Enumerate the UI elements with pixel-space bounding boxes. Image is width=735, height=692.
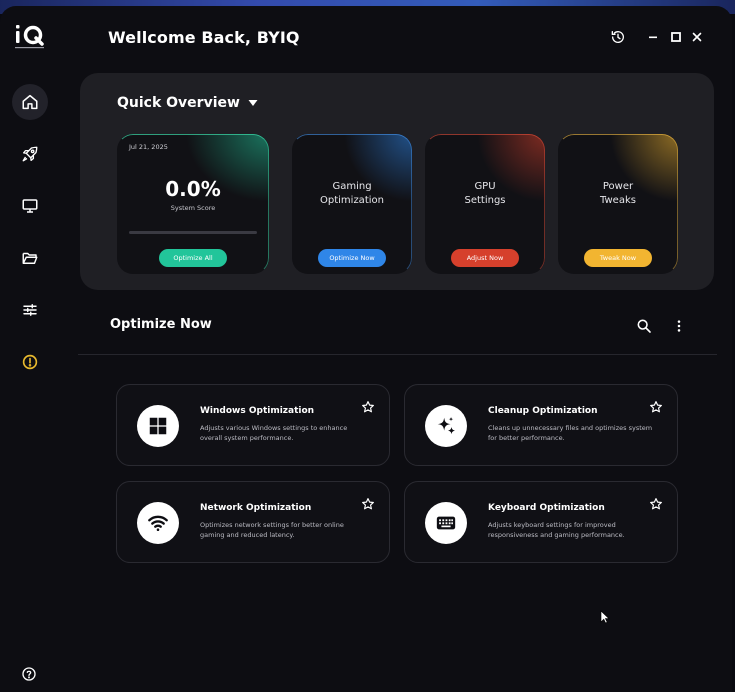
quick-overview-panel: Quick Overview Jul 21, 2025 0.0% System … bbox=[80, 73, 714, 290]
tile-description: Cleans up unnecessary files and optimize… bbox=[488, 424, 653, 442]
sidebar-item-files[interactable] bbox=[12, 240, 48, 276]
close-button[interactable] bbox=[688, 28, 706, 46]
network-optimization-tile[interactable]: Network Optimization Optimizes network s… bbox=[116, 481, 390, 563]
star-icon[interactable] bbox=[649, 497, 663, 511]
mouse-cursor-icon bbox=[600, 610, 610, 624]
score-date: Jul 21, 2025 bbox=[129, 143, 168, 151]
tile-description: Adjusts keyboard settings for improved r… bbox=[488, 521, 625, 539]
help-icon[interactable] bbox=[21, 666, 37, 682]
optimize-now-button[interactable]: Optimize Now bbox=[318, 249, 386, 267]
monitor-icon bbox=[22, 199, 38, 213]
folder-icon bbox=[22, 252, 38, 264]
power-tweaks-card: Power Tweaks Tweak Now bbox=[558, 134, 678, 274]
card-title-line-2: Tweaks bbox=[600, 195, 636, 206]
score-label: System Score bbox=[170, 204, 216, 212]
rocket-icon bbox=[22, 146, 38, 162]
sidebar bbox=[0, 6, 60, 692]
star-icon[interactable] bbox=[361, 497, 375, 511]
more-options-button[interactable] bbox=[670, 317, 688, 335]
minimize-button[interactable] bbox=[644, 28, 662, 46]
more-vertical-icon bbox=[677, 320, 681, 332]
card-title: Gaming Optimization bbox=[292, 180, 412, 208]
tile-title: Keyboard Optimization bbox=[488, 503, 605, 513]
card-title-line-1: GPU bbox=[474, 181, 496, 192]
score-progress-bar bbox=[129, 231, 257, 234]
card-title-line-1: Gaming bbox=[332, 181, 372, 192]
star-icon[interactable] bbox=[361, 400, 375, 414]
sidebar-item-display[interactable] bbox=[12, 188, 48, 224]
wifi-icon bbox=[148, 515, 168, 531]
sidebar-item-alerts[interactable] bbox=[12, 344, 48, 380]
sidebar-item-settings[interactable] bbox=[12, 292, 48, 328]
gaming-optimization-card: Gaming Optimization Optimize Now bbox=[292, 134, 412, 274]
windows-icon bbox=[149, 417, 167, 435]
star-icon[interactable] bbox=[649, 400, 663, 414]
card-title: GPU Settings bbox=[425, 180, 545, 208]
search-icon bbox=[637, 319, 651, 333]
optimize-all-button[interactable]: Optimize All bbox=[159, 249, 227, 267]
sparkle-icon bbox=[437, 416, 456, 435]
tile-icon-badge bbox=[137, 502, 179, 544]
card-title-line-1: Power bbox=[602, 181, 634, 192]
card-title: Power Tweaks bbox=[558, 180, 678, 208]
keyboard-optimization-tile[interactable]: Keyboard Optimization Adjusts keyboard s… bbox=[404, 481, 678, 563]
section-divider bbox=[78, 354, 717, 355]
sidebar-item-boost[interactable] bbox=[12, 136, 48, 172]
adjust-now-button[interactable]: Adjust Now bbox=[451, 249, 519, 267]
score-value: 0.0% bbox=[165, 177, 221, 201]
sidebar-item-home[interactable] bbox=[12, 84, 48, 120]
system-score-card: Jul 21, 2025 0.0% System Score Optimize … bbox=[117, 134, 269, 274]
keyboard-icon bbox=[436, 516, 456, 530]
tweak-now-button[interactable]: Tweak Now bbox=[584, 249, 652, 267]
chevron-down-icon bbox=[248, 100, 258, 106]
tile-icon-badge bbox=[137, 405, 179, 447]
card-title-line-2: Settings bbox=[464, 195, 506, 206]
history-button[interactable] bbox=[609, 28, 627, 46]
card-title-line-2: Optimization bbox=[320, 195, 384, 206]
tile-title: Network Optimization bbox=[200, 503, 312, 513]
tile-icon-badge bbox=[425, 502, 467, 544]
quick-overview-header[interactable]: Quick Overview bbox=[117, 95, 258, 111]
welcome-title: Wellcome Back, BYIQ bbox=[108, 28, 300, 47]
app-logo bbox=[15, 25, 44, 49]
minimize-icon bbox=[649, 36, 657, 39]
quick-overview-title: Quick Overview bbox=[117, 95, 240, 111]
windows-optimization-tile[interactable]: Windows Optimization Adjusts various Win… bbox=[116, 384, 390, 466]
search-button[interactable] bbox=[635, 317, 653, 335]
maximize-button[interactable] bbox=[667, 28, 685, 46]
tile-title: Cleanup Optimization bbox=[488, 406, 598, 416]
gpu-settings-card: GPU Settings Adjust Now bbox=[425, 134, 545, 274]
sliders-icon bbox=[23, 304, 37, 316]
maximize-icon bbox=[671, 32, 681, 42]
alert-icon bbox=[22, 354, 38, 370]
history-icon bbox=[611, 31, 624, 43]
cleanup-optimization-tile[interactable]: Cleanup Optimization Cleans up unnecessa… bbox=[404, 384, 678, 466]
tile-icon-badge bbox=[425, 405, 467, 447]
close-icon bbox=[692, 32, 702, 42]
app-window: Wellcome Back, BYIQ Quick Overview Jul 2… bbox=[0, 6, 732, 692]
home-icon bbox=[22, 94, 38, 110]
tile-description: Adjusts various Windows settings to enha… bbox=[200, 424, 348, 442]
tile-description: Optimizes network settings for better on… bbox=[200, 521, 344, 539]
tile-title: Windows Optimization bbox=[200, 406, 315, 416]
optimize-now-title: Optimize Now bbox=[110, 317, 212, 332]
